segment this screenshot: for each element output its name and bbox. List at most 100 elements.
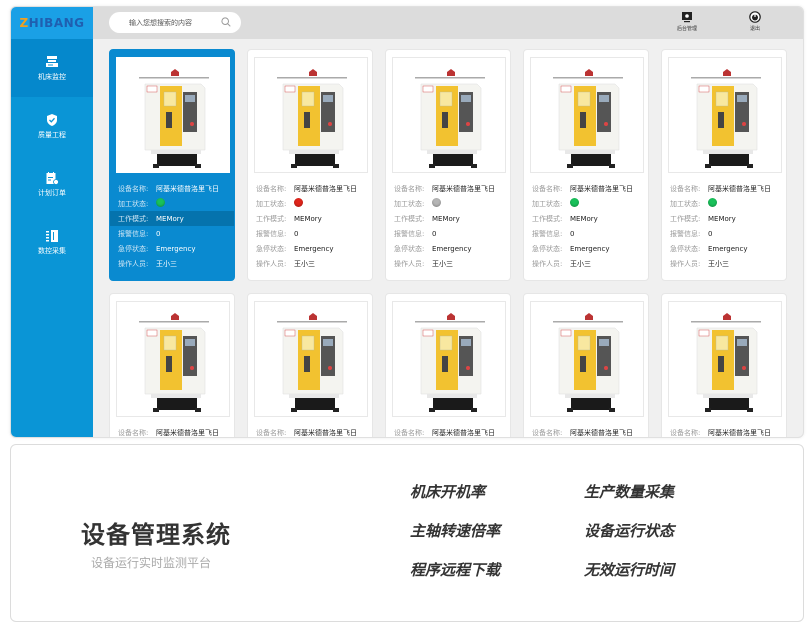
machine-image: [392, 57, 506, 173]
info-label: 急停状态:: [394, 244, 425, 253]
logout-label: 退出: [749, 26, 760, 32]
info-value-mode: MEMory: [294, 214, 322, 223]
logo-text-a: Z: [19, 16, 29, 30]
info-label: 急停状态:: [532, 244, 563, 253]
device-info: 设备名称: 阿基米德普洛里飞日: [668, 425, 780, 437]
info-row-name: 设备名称: 阿基米德普洛里飞日: [254, 425, 366, 437]
device-card[interactable]: 设备名称: 阿基米德普洛里飞日 加工状态: 工作模式: MEMory 报警信息:…: [523, 49, 649, 281]
sidebar-item-label: 数控采集: [38, 246, 66, 255]
device-info: 设备名称: 阿基米德普洛里飞日: [530, 425, 642, 437]
info-label: 报警信息:: [532, 229, 563, 238]
info-value-name: 阿基米德普洛里飞日: [570, 184, 633, 193]
search-input[interactable]: [129, 18, 217, 27]
info-label: 操作人员:: [118, 259, 149, 268]
info-value-mode: MEMory: [432, 214, 460, 223]
info-row-estop: 急停状态: Emergency: [668, 241, 780, 256]
device-card[interactable]: 设备名称: 阿基米德普洛里飞日: [247, 293, 373, 437]
info-value-status: [570, 198, 579, 209]
device-card[interactable]: 设备名称: 阿基米德普洛里飞日: [523, 293, 649, 437]
sidebar-item-label: 计划订单: [38, 188, 66, 197]
machine-image: [530, 301, 644, 417]
info-label: 操作人员:: [670, 259, 701, 268]
info-row-alarm: 报警信息: 0: [392, 226, 504, 241]
info-value-name: 阿基米德普洛里飞日: [156, 184, 219, 193]
device-card[interactable]: 设备名称: 阿基米德普洛里飞日: [661, 293, 787, 437]
info-label: 报警信息:: [670, 229, 701, 238]
info-label: 设备名称:: [394, 184, 425, 193]
feature-item: 生产数量采集: [584, 483, 675, 501]
app-window: ZHIBANG 后台管理 退出 机床监控: [10, 6, 804, 438]
info-label: 加工状态:: [532, 199, 563, 208]
device-grid: 设备名称: 阿基米德普洛里飞日 加工状态: 工作模式: MEMory 报警信息:…: [109, 49, 787, 437]
status-indicator: [432, 198, 441, 207]
info-row-alarm: 报警信息: 0: [116, 226, 228, 241]
info-row-status: 加工状态:: [668, 196, 780, 211]
feature-item: 主轴转速倍率: [410, 522, 501, 540]
info-row-operator: 操作人员: 王小三: [392, 256, 504, 271]
info-value-mode: MEMory: [156, 214, 184, 223]
info-row-mode: 工作模式: MEMory: [254, 211, 366, 226]
sidebar: 机床监控 质量工程 计划订单 数控采集: [11, 39, 93, 437]
info-value-estop: Emergency: [570, 244, 610, 253]
info-label: 急停状态:: [670, 244, 701, 253]
logo-text-b: HIBANG: [28, 16, 85, 30]
info-row-mode: 工作模式: MEMory: [668, 211, 780, 226]
info-value-status: [708, 198, 717, 209]
calendar-order-icon: [45, 171, 59, 185]
info-value-operator: 王小三: [432, 259, 453, 268]
info-row-name: 设备名称: 阿基米德普洛里飞日: [116, 425, 228, 437]
data-collect-icon: [45, 229, 59, 243]
status-indicator: [570, 198, 579, 207]
machine-monitor-icon: [45, 55, 59, 69]
device-info: 设备名称: 阿基米德普洛里飞日: [254, 425, 366, 437]
info-label: 加工状态:: [118, 199, 149, 208]
device-card[interactable]: 设备名称: 阿基米德普洛里飞日: [385, 293, 511, 437]
info-row-name: 设备名称: 阿基米德普洛里飞日: [530, 425, 642, 437]
info-value-alarm: 0: [570, 229, 575, 238]
device-card[interactable]: 设备名称: 阿基米德普洛里飞日 加工状态: 工作模式: MEMory 报警信息:…: [385, 49, 511, 281]
device-card[interactable]: 设备名称: 阿基米德普洛里飞日: [109, 293, 235, 437]
info-value-name: 阿基米德普洛里飞日: [570, 428, 633, 437]
logo: ZHIBANG: [11, 7, 93, 39]
info-value-estop: Emergency: [156, 244, 196, 253]
feature-item: 机床开机率: [410, 483, 486, 501]
info-row-name: 设备名称: 阿基米德普洛里飞日: [668, 425, 780, 437]
info-label: 急停状态:: [256, 244, 287, 253]
device-info: 设备名称: 阿基米德普洛里飞日 加工状态: 工作模式: MEMory 报警信息:…: [668, 181, 780, 271]
logout-button[interactable]: 退出: [749, 11, 761, 32]
device-info: 设备名称: 阿基米德普洛里飞日: [116, 425, 228, 437]
device-card[interactable]: 设备名称: 阿基米德普洛里飞日 加工状态: 工作模式: MEMory 报警信息:…: [661, 49, 787, 281]
sidebar-item-machine-monitor[interactable]: 机床监控: [11, 39, 93, 97]
admin-button[interactable]: 后台管理: [677, 11, 697, 32]
info-label: 操作人员:: [532, 259, 563, 268]
sidebar-item-nc-collect[interactable]: 数控采集: [11, 213, 93, 271]
device-card[interactable]: 设备名称: 阿基米德普洛里飞日 加工状态: 工作模式: MEMory 报警信息:…: [247, 49, 373, 281]
info-value-name: 阿基米德普洛里飞日: [708, 184, 771, 193]
info-value-estop: Emergency: [432, 244, 472, 253]
info-row-alarm: 报警信息: 0: [254, 226, 366, 241]
info-value-name: 阿基米德普洛里飞日: [432, 184, 495, 193]
info-label: 设备名称:: [532, 428, 563, 437]
info-label: 工作模式:: [532, 214, 563, 223]
device-list: 设备名称: 阿基米德普洛里飞日 加工状态: 工作模式: MEMory 报警信息:…: [93, 39, 803, 437]
info-row-estop: 急停状态: Emergency: [530, 241, 642, 256]
info-value-name: 阿基米德普洛里飞日: [294, 428, 357, 437]
info-value-name: 阿基米德普洛里飞日: [708, 428, 771, 437]
info-value-operator: 王小三: [708, 259, 729, 268]
info-label: 报警信息:: [118, 229, 149, 238]
sidebar-item-label: 机床监控: [38, 72, 66, 81]
info-label: 设备名称:: [670, 184, 701, 193]
info-value-name: 阿基米德普洛里飞日: [432, 428, 495, 437]
info-value-status: [156, 198, 165, 209]
sidebar-item-quality[interactable]: 质量工程: [11, 97, 93, 155]
top-bar: 后台管理 退出: [93, 7, 803, 39]
info-label: 工作模式:: [670, 214, 701, 223]
device-card[interactable]: 设备名称: 阿基米德普洛里飞日 加工状态: 工作模式: MEMory 报警信息:…: [109, 49, 235, 281]
info-row-alarm: 报警信息: 0: [668, 226, 780, 241]
sidebar-item-plan-order[interactable]: 计划订单: [11, 155, 93, 213]
search-box[interactable]: [109, 12, 241, 33]
search-icon[interactable]: [221, 17, 231, 27]
info-row-operator: 操作人员: 王小三: [530, 256, 642, 271]
info-value-operator: 王小三: [570, 259, 591, 268]
machine-image: [254, 301, 368, 417]
